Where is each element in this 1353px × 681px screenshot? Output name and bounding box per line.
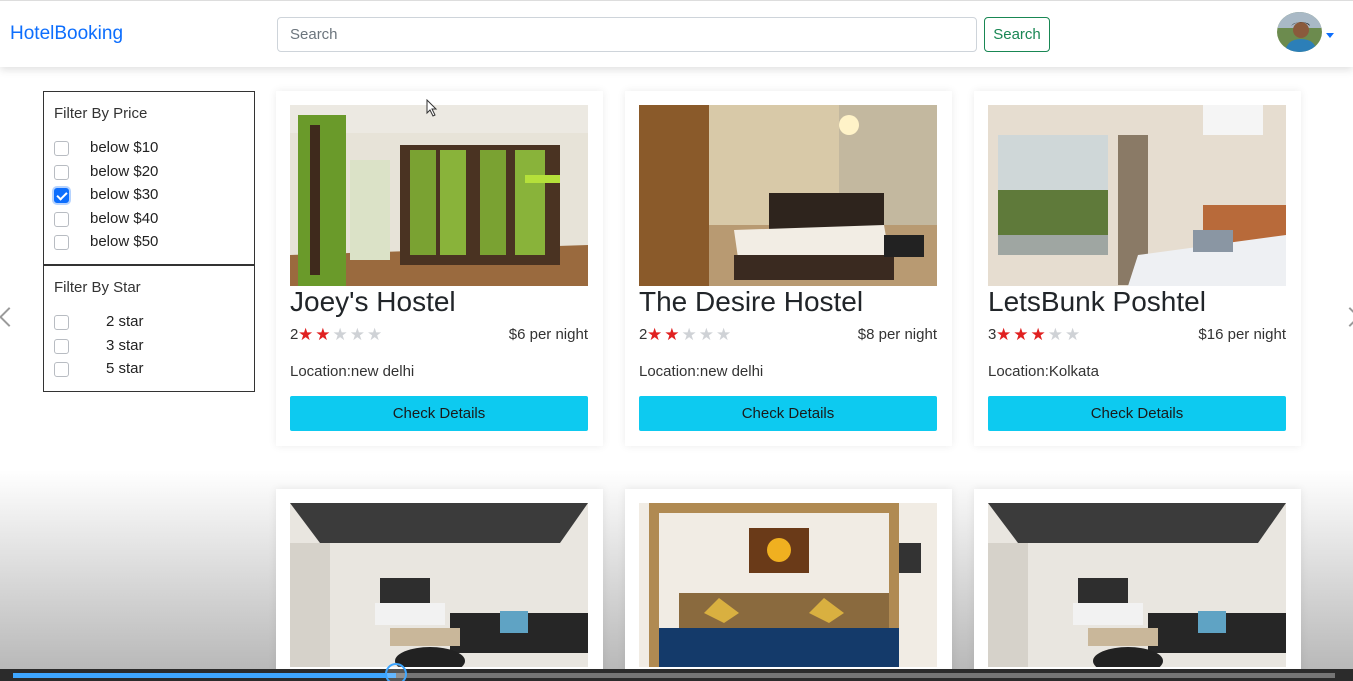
star-empty-icon: ★ <box>681 325 699 344</box>
star-filter-panel: Filter By Star 2 star 3 star 5 star <box>43 265 255 392</box>
price-filter-option[interactable]: below $30 <box>54 186 244 206</box>
hotel-photo[interactable] <box>988 105 1286 286</box>
star-filter-option[interactable]: 5 star <box>54 360 244 380</box>
star-filter-title: Filter By Star <box>54 279 141 296</box>
hotel-card-3 <box>276 489 603 681</box>
filter-option-label: below $50 <box>90 233 159 250</box>
hotel-card-1: The Desire Hostel 2 ★★★★★ $8 per night L… <box>625 91 952 446</box>
filter-option-label: 5 star <box>106 360 144 377</box>
star-empty-icon: ★ <box>367 325 385 344</box>
hotel-card-0: Joey's Hostel 2 ★★★★★ $6 per night Locat… <box>276 91 603 446</box>
star-empty-icon: ★ <box>349 325 367 344</box>
star-empty-icon: ★ <box>716 325 734 344</box>
rating-row: 2 ★★★★★ $8 per night <box>639 325 937 346</box>
star-empty-icon: ★ <box>1047 325 1065 344</box>
video-progress-fill <box>13 673 397 678</box>
price-filter-title: Filter By Price <box>54 105 148 122</box>
star-filled-icon: ★ <box>1030 325 1048 344</box>
checkbox[interactable] <box>54 338 69 354</box>
price-filter-option[interactable]: below $40 <box>54 210 244 230</box>
star-empty-icon: ★ <box>1065 325 1083 344</box>
checkbox[interactable] <box>54 211 69 227</box>
hotel-location: Location:new delhi <box>639 363 764 380</box>
chevron-down-icon[interactable] <box>1326 33 1334 38</box>
check-details-button[interactable]: Check Details <box>290 396 588 431</box>
star-filled-icon: ★ <box>647 325 665 344</box>
video-progress-bar[interactable] <box>13 673 1335 678</box>
hotel-name: The Desire Hostel <box>639 286 864 317</box>
hotel-location: Location:new delhi <box>290 363 415 380</box>
hotel-photo[interactable] <box>639 105 937 286</box>
hotel-card-2: LetsBunk Poshtel 3 ★★★★★ $16 per night L… <box>974 91 1301 446</box>
hotel-price: $8 per night <box>857 326 937 343</box>
star-rating: ★★★★★ <box>298 325 384 345</box>
filter-option-label: below $10 <box>90 139 159 156</box>
carousel-prev-icon[interactable] <box>0 307 19 327</box>
hotel-card-5 <box>974 489 1301 681</box>
filter-option-label: 2 star <box>106 313 144 330</box>
hotel-card-4 <box>625 489 952 681</box>
filter-option-label: below $20 <box>90 162 159 180</box>
navbar: HotelBooking Search <box>0 0 1353 67</box>
avatar[interactable] <box>1277 12 1322 52</box>
price-filter-option[interactable]: below $50 <box>54 233 244 253</box>
checkbox[interactable] <box>54 362 69 377</box>
star-filter-option[interactable]: 3 star <box>54 337 244 357</box>
check-details-button[interactable]: Check Details <box>988 396 1286 431</box>
star-filled-icon: ★ <box>1013 325 1031 344</box>
hotel-location: Location:Kolkata <box>988 363 1099 380</box>
hotel-photo[interactable] <box>988 503 1286 667</box>
search-button[interactable]: Search <box>984 17 1050 52</box>
hotel-price: $16 per night <box>1198 326 1286 343</box>
mouse-cursor-icon <box>426 99 438 117</box>
rating-row: 3 ★★★★★ $16 per night <box>988 325 1286 346</box>
search-input[interactable] <box>277 17 977 52</box>
filter-option-label: below $40 <box>90 209 159 227</box>
checkbox[interactable] <box>54 164 69 180</box>
star-empty-icon: ★ <box>332 325 350 344</box>
checkbox[interactable] <box>54 315 69 330</box>
hotel-name: Joey's Hostel <box>290 286 456 317</box>
hotel-name: LetsBunk Poshtel <box>988 286 1206 317</box>
hotel-photo[interactable] <box>290 105 588 286</box>
star-filled-icon: ★ <box>315 325 333 344</box>
brand-link[interactable]: HotelBooking <box>10 23 123 45</box>
carousel-next-icon[interactable] <box>1340 307 1353 327</box>
hotel-photo[interactable] <box>639 503 937 667</box>
star-filled-icon: ★ <box>996 325 1014 344</box>
rating-row: 2 ★★★★★ $6 per night <box>290 325 588 346</box>
star-empty-icon: ★ <box>698 325 716 344</box>
filter-option-label: below $30 <box>90 186 159 203</box>
star-filter-option[interactable]: 2 star <box>54 313 244 333</box>
video-scrubber-handle[interactable] <box>385 663 408 681</box>
hotel-price: $6 per night <box>508 326 588 343</box>
star-rating: ★★★★★ <box>647 325 733 345</box>
hotel-photo[interactable] <box>290 503 588 667</box>
filter-option-label: 3 star <box>106 336 144 354</box>
checkbox[interactable] <box>54 188 69 203</box>
price-filter-option[interactable]: below $20 <box>54 163 244 183</box>
checkbox[interactable] <box>54 235 69 250</box>
check-details-button[interactable]: Check Details <box>639 396 937 431</box>
avatar-image <box>1277 12 1322 52</box>
checkbox[interactable] <box>54 141 69 156</box>
star-filled-icon: ★ <box>298 325 316 344</box>
star-filled-icon: ★ <box>664 325 682 344</box>
price-filter-panel: Filter By Price below $10 below $20 below … <box>43 91 255 265</box>
star-rating: ★★★★★ <box>996 325 1082 345</box>
price-filter-option[interactable]: below $10 <box>54 139 244 159</box>
